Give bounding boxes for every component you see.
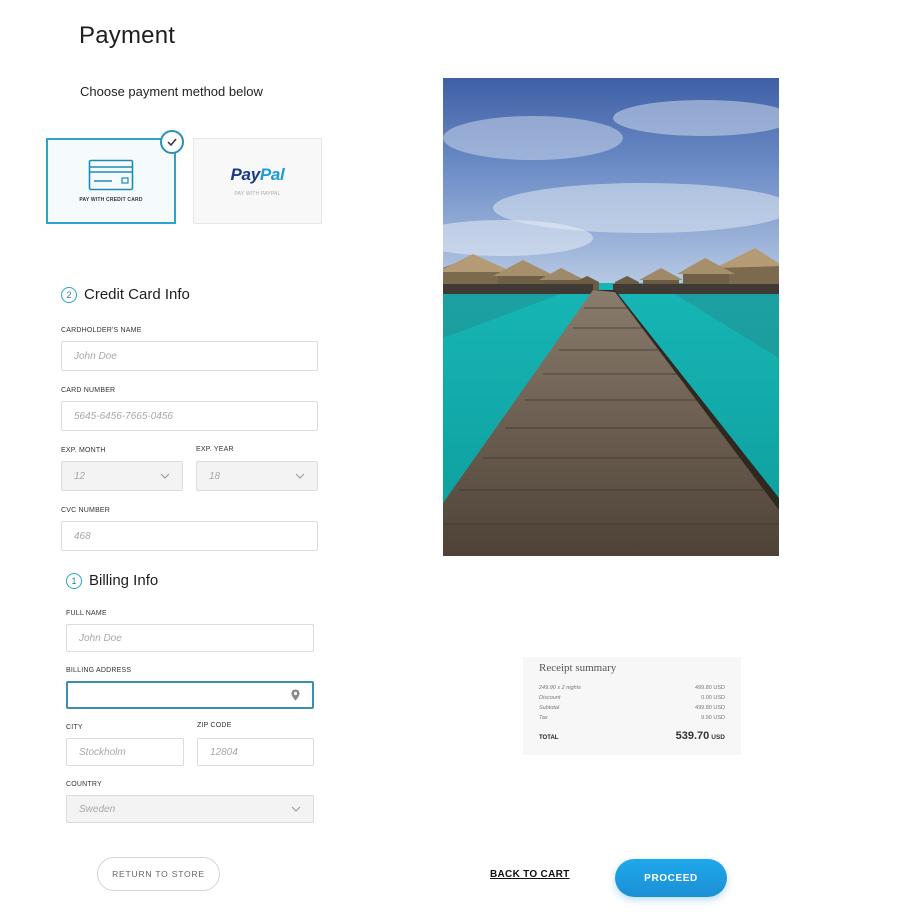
step-number: 1 xyxy=(66,572,82,589)
city-input[interactable]: Stockholm xyxy=(66,738,184,766)
billing-address-label: BILLING ADDRESS xyxy=(66,667,132,674)
back-to-cart-link[interactable]: BACK TO CART xyxy=(490,869,570,880)
credit-card-section-title: 2 Credit Card Info xyxy=(61,286,190,303)
card-number-input[interactable]: 5645-6456-7665-0456 xyxy=(61,401,318,431)
full-name-input[interactable]: John Doe xyxy=(66,624,314,652)
country-select[interactable]: Sweden xyxy=(66,795,314,823)
credit-card-icon xyxy=(88,159,134,191)
zip-code-input[interactable]: 12804 xyxy=(197,738,314,766)
billing-section-title: 1 Billing Info xyxy=(66,572,158,589)
cvc-label: CVC NUMBER xyxy=(61,507,111,514)
paypal-option-label: PAY WITH PAYPAL xyxy=(234,191,281,197)
exp-year-label: EXP. YEAR xyxy=(196,446,234,453)
country-label: COUNTRY xyxy=(66,781,102,788)
page-subtitle: Choose payment method below xyxy=(80,84,263,99)
paypal-logo: PayPal xyxy=(230,165,285,184)
credit-card-option[interactable]: PAY WITH CREDIT CARD xyxy=(46,138,176,224)
cardholder-name-input[interactable]: John Doe xyxy=(61,341,318,371)
full-name-label: FULL NAME xyxy=(66,610,107,617)
total-amount: 539.70 xyxy=(675,730,710,742)
exp-month-label: EXP. MONTH xyxy=(61,447,106,454)
receipt-row: 249.90 x 2 nights 499.80 USD xyxy=(539,685,725,691)
receipt-summary: Receipt summary 249.90 x 2 nights 499.80 … xyxy=(523,657,741,755)
receipt-row: Tax 9.90 USD xyxy=(539,715,725,721)
cvc-input[interactable]: 468 xyxy=(61,521,318,551)
step-number: 2 xyxy=(61,286,77,303)
billing-address-input[interactable] xyxy=(66,681,314,709)
chevron-down-icon xyxy=(295,473,305,479)
zip-code-label: ZIP CODE xyxy=(197,722,232,729)
receipt-total: TOTAL 539.70 USD xyxy=(539,730,725,742)
selected-check-icon xyxy=(160,130,184,154)
location-pin-icon xyxy=(291,689,300,701)
cardholder-label: CARDHOLDER'S NAME xyxy=(61,327,142,334)
return-to-store-button[interactable]: RETURN TO STORE xyxy=(97,857,220,891)
receipt-title: Receipt summary xyxy=(539,662,617,674)
receipt-row: Subtotal 499.80 USD xyxy=(539,705,725,711)
credit-card-option-label: PAY WITH CREDIT CARD xyxy=(79,197,143,203)
receipt-row: Discount 0.00 USD xyxy=(539,695,725,701)
paypal-option[interactable]: PayPal PAY WITH PAYPAL xyxy=(193,138,322,224)
proceed-button[interactable]: PROCEED xyxy=(615,859,727,897)
chevron-down-icon xyxy=(160,473,170,479)
chevron-down-icon xyxy=(291,806,301,812)
exp-year-select[interactable]: 18 xyxy=(196,461,318,491)
card-number-label: CARD NUMBER xyxy=(61,387,116,394)
page-title: Payment xyxy=(79,22,176,49)
city-label: CITY xyxy=(66,724,83,731)
destination-photo xyxy=(443,78,779,556)
exp-month-select[interactable]: 12 xyxy=(61,461,183,491)
